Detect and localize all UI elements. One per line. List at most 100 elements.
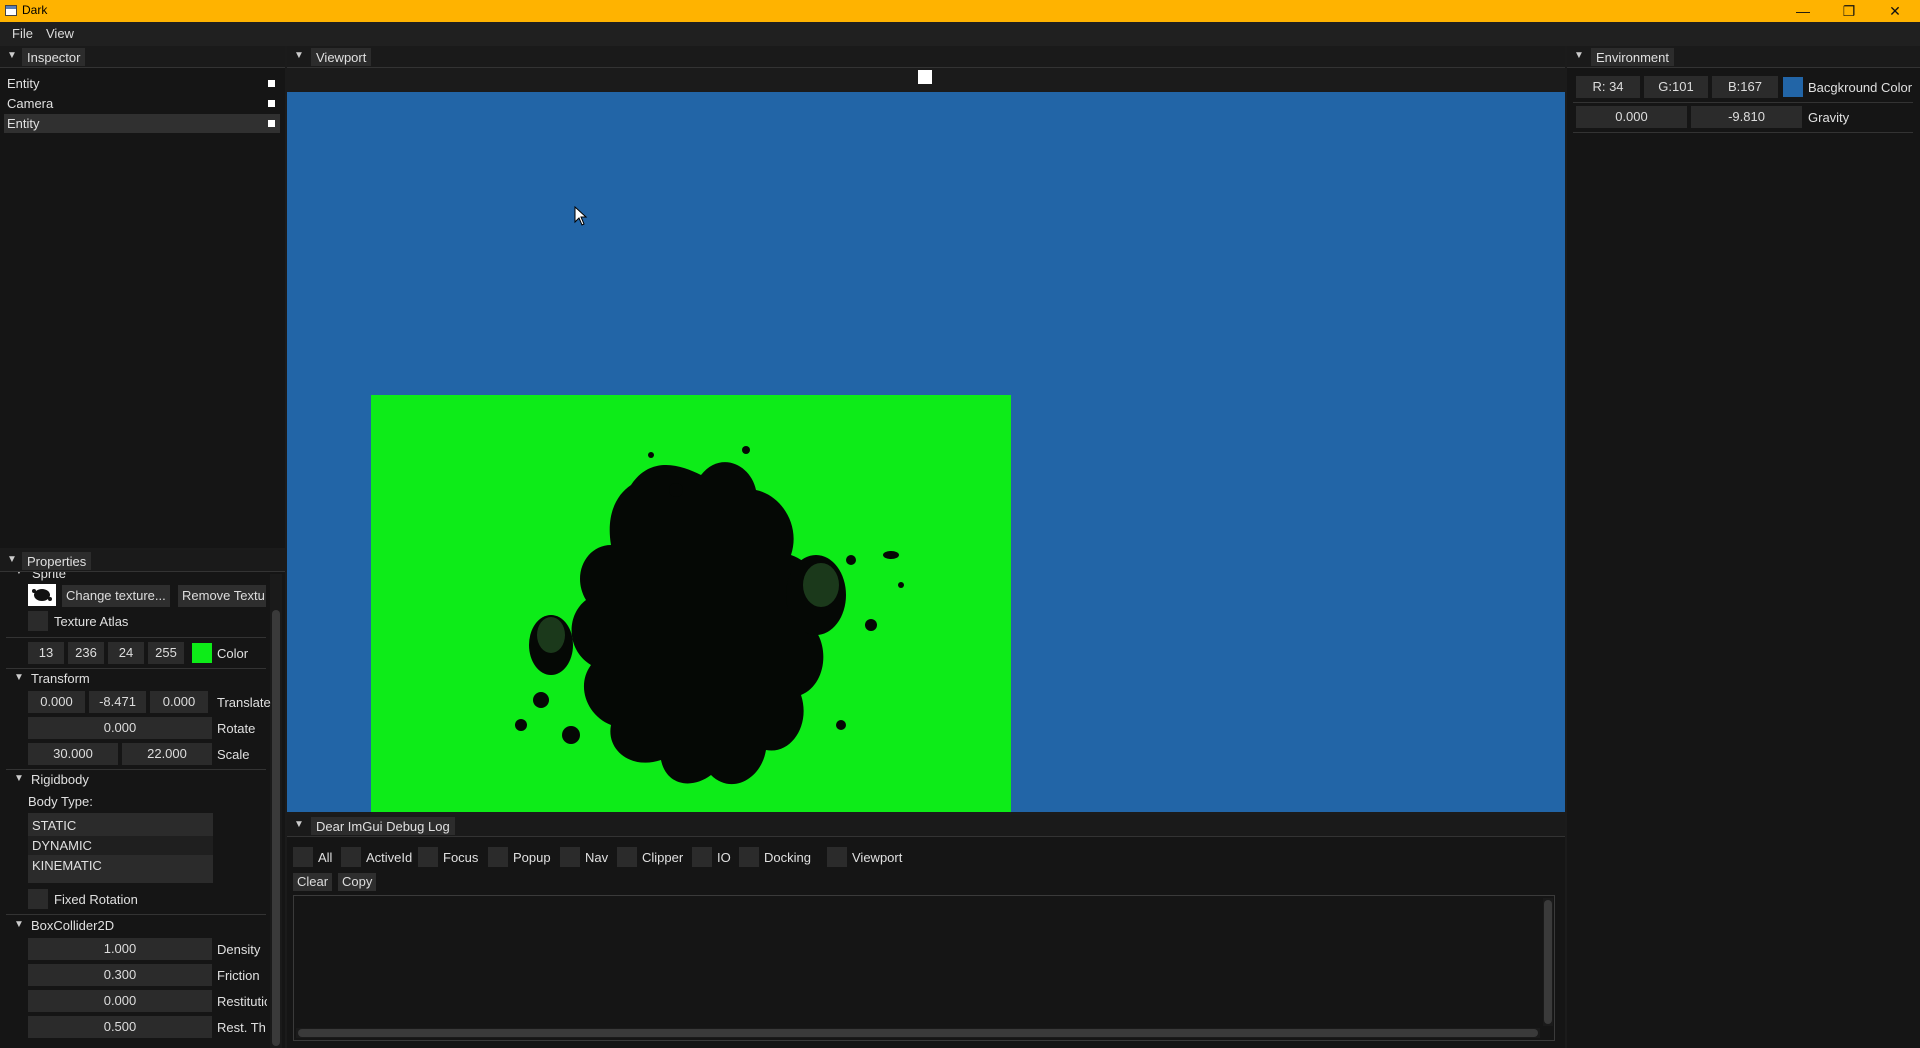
tab-inspector[interactable]: Inspector — [22, 48, 86, 66]
dock-menu-icon[interactable]: ▼ — [7, 50, 17, 61]
restitution-threshold-field[interactable]: 0.500 — [28, 1016, 212, 1038]
remove-texture-button[interactable]: Remove Textu — [178, 585, 266, 607]
texture-atlas-checkbox[interactable] — [28, 611, 48, 631]
boxcollider-header[interactable]: ▼ BoxCollider2D — [0, 916, 268, 936]
clear-button[interactable]: Clear — [293, 873, 333, 891]
bg-r-field[interactable]: R: 34 — [1576, 76, 1640, 98]
filter-popup-label: Popup — [513, 850, 551, 865]
debug-log-tabbar: ▼ Dear ImGui Debug Log — [287, 815, 1565, 837]
filter-nav-checkbox[interactable] — [560, 847, 580, 867]
vertical-scrollbar[interactable] — [1543, 898, 1553, 1026]
rotate-field[interactable]: 0.000 — [28, 717, 212, 739]
filter-clipper-checkbox[interactable] — [617, 847, 637, 867]
horizontal-scrollbar[interactable] — [296, 1028, 1540, 1038]
scrollbar-thumb[interactable] — [272, 610, 280, 1046]
change-texture-button[interactable]: Change texture... — [62, 585, 170, 607]
dock-menu-icon[interactable]: ▼ — [1574, 50, 1584, 61]
title-bar: Dark — ❐ ✕ — [0, 0, 1920, 22]
tab-environment[interactable]: Environment — [1591, 48, 1674, 66]
filter-focus-checkbox[interactable] — [418, 847, 438, 867]
debug-log-output[interactable] — [293, 895, 1555, 1041]
translate-y-field[interactable]: -8.471 — [89, 691, 146, 713]
separator — [6, 637, 266, 638]
inspector-camera-row[interactable]: Camera — [4, 94, 280, 113]
filter-all-label: All — [318, 850, 333, 865]
close-button[interactable]: ✕ — [1872, 0, 1918, 22]
menu-file[interactable]: File — [12, 26, 33, 41]
filter-all-checkbox[interactable] — [293, 847, 313, 867]
transform-header[interactable]: ▼ Transform — [0, 669, 268, 689]
tab-viewport[interactable]: Viewport — [311, 48, 372, 66]
environment-panel: ▼ Environment R: 34 G:101 B:167 Bacgkrou… — [1567, 46, 1920, 1048]
color-g-field[interactable]: 236 — [68, 642, 104, 664]
body-type-label: Body Type: — [28, 794, 93, 809]
entity-visibility-icon[interactable] — [268, 120, 275, 127]
scrollbar-thumb[interactable] — [1544, 900, 1552, 1024]
filter-viewport-checkbox[interactable] — [827, 847, 847, 867]
density-field[interactable]: 1.000 — [28, 938, 212, 960]
mouse-cursor-icon — [574, 206, 588, 226]
copy-button[interactable]: Copy — [338, 873, 377, 891]
gravity-y-field[interactable]: -9.810 — [1691, 106, 1802, 128]
properties-scrollbar[interactable] — [270, 574, 282, 1048]
friction-field[interactable]: 0.300 — [28, 964, 212, 986]
filter-docking-checkbox[interactable] — [739, 847, 759, 867]
dock-menu-icon[interactable]: ▼ — [294, 819, 304, 830]
bg-b-field[interactable]: B:167 — [1712, 76, 1778, 98]
debug-filter-row: All ActiveId Focus Popup Nav Clipper IO … — [293, 847, 1553, 869]
filter-viewport-label: Viewport — [852, 850, 903, 865]
fixed-rotation-checkbox[interactable] — [28, 889, 48, 909]
translate-z-field[interactable]: 0.000 — [150, 691, 208, 713]
body-type-listbox[interactable]: STATIC DYNAMIC KINEMATIC — [28, 813, 213, 883]
properties-tabbar: ▼ Properties — [0, 550, 285, 572]
body-type-option-dynamic[interactable]: DYNAMIC — [28, 836, 213, 855]
restitution-field[interactable]: 0.000 — [28, 990, 212, 1012]
color-r-field[interactable]: 13 — [28, 642, 64, 664]
sprite-header[interactable]: ▼ Sprite — [0, 572, 268, 582]
scale-y-field[interactable]: 22.000 — [122, 743, 212, 765]
play-button[interactable] — [918, 70, 932, 84]
viewport-panel: ▼ Viewport — [287, 46, 1565, 812]
entity-visibility-icon[interactable] — [268, 100, 275, 107]
rotate-label: Rotate — [217, 721, 256, 736]
color-b-field[interactable]: 24 — [108, 642, 144, 664]
inspector-entity-row-selected[interactable]: Entity — [4, 114, 280, 133]
dock-menu-icon[interactable]: ▼ — [7, 554, 17, 565]
restitution-label: Restitutic — [217, 994, 267, 1009]
body-type-option-kinematic[interactable]: KINEMATIC — [28, 856, 213, 875]
minimize-button[interactable]: — — [1780, 0, 1826, 22]
tab-debug-log[interactable]: Dear ImGui Debug Log — [311, 817, 455, 835]
color-a-field[interactable]: 255 — [148, 642, 184, 664]
restore-button[interactable]: ❐ — [1826, 0, 1872, 22]
viewport-canvas[interactable] — [287, 92, 1565, 812]
inspector-entity-row[interactable]: Entity — [4, 74, 280, 93]
color-swatch[interactable] — [192, 643, 212, 663]
filter-nav-label: Nav — [585, 850, 609, 865]
filter-popup-checkbox[interactable] — [488, 847, 508, 867]
translate-x-field[interactable]: 0.000 — [28, 691, 85, 713]
color-label: Color — [217, 646, 249, 661]
entity-visibility-icon[interactable] — [268, 80, 275, 87]
filter-focus-label: Focus — [443, 850, 479, 865]
fixed-rotation-label: Fixed Rotation — [54, 892, 138, 907]
body-type-option-static[interactable]: STATIC — [28, 816, 213, 835]
filter-activeid-checkbox[interactable] — [341, 847, 361, 867]
menu-view[interactable]: View — [46, 26, 74, 41]
menu-bar: File View — [0, 22, 1920, 46]
bg-color-swatch[interactable] — [1783, 77, 1803, 97]
gravity-x-field[interactable]: 0.000 — [1576, 106, 1687, 128]
splat-thumbnail-icon — [32, 589, 52, 601]
filter-io-checkbox[interactable] — [692, 847, 712, 867]
bg-g-field[interactable]: G:101 — [1644, 76, 1708, 98]
dock-menu-icon[interactable]: ▼ — [294, 50, 304, 61]
friction-label: Friction — [217, 968, 260, 983]
entity-name: Entity — [7, 116, 40, 131]
scrollbar-thumb[interactable] — [298, 1029, 1538, 1037]
rigidbody-header[interactable]: ▼ Rigidbody — [0, 770, 268, 790]
scale-x-field[interactable]: 30.000 — [28, 743, 118, 765]
collapse-arrow-icon: ▼ — [14, 672, 24, 683]
tab-properties[interactable]: Properties — [22, 552, 92, 570]
environment-tabbar: ▼ Environment — [1567, 46, 1920, 68]
sprite-entity[interactable] — [371, 395, 1011, 812]
entity-name: Entity — [7, 76, 40, 91]
